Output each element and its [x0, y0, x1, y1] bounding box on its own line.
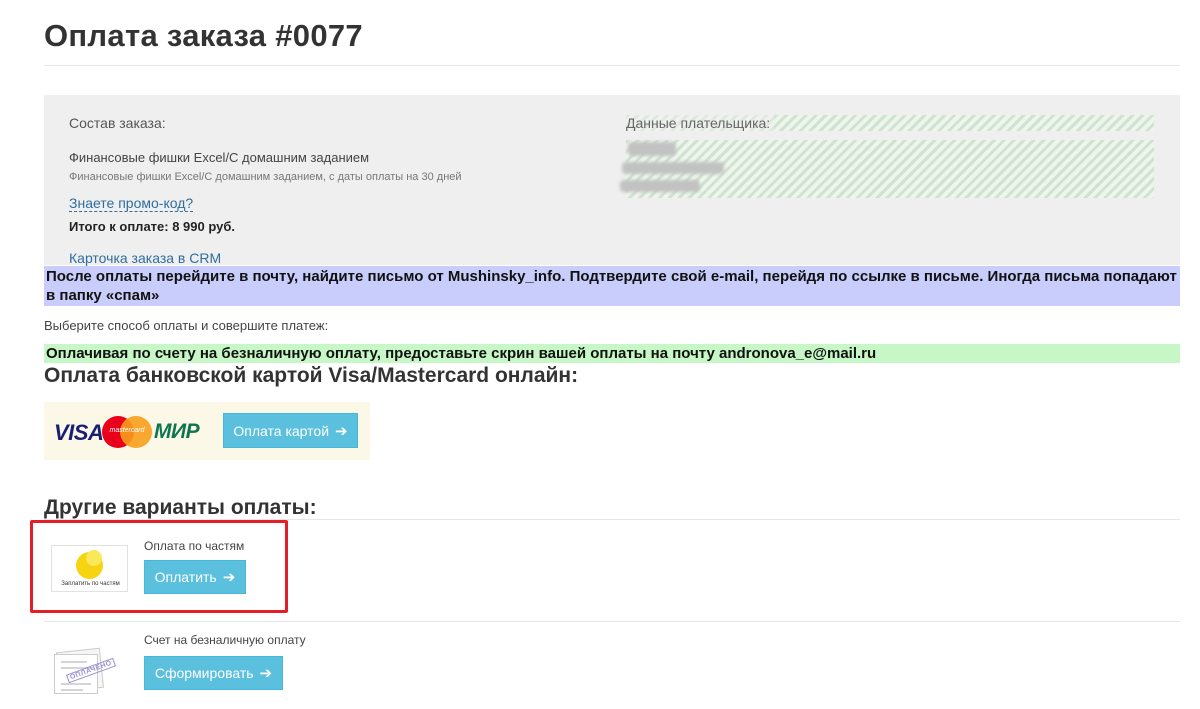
- arrow-right-icon: ➔: [259, 665, 273, 682]
- pay-by-card-button-label: Оплата картой: [233, 422, 330, 439]
- arrow-right-icon: ➔: [222, 569, 236, 586]
- mir-logo: МИР: [154, 420, 200, 443]
- invoice-document-icon: ОПЛАЧЕНО: [52, 647, 117, 694]
- redacted-field: [622, 162, 724, 174]
- payer-data-redacted: [620, 140, 1154, 198]
- mastercard-logo: mastercard: [102, 416, 152, 448]
- payment-brand-logos: VISA mastercard МИР: [54, 416, 206, 448]
- title-divider: [44, 65, 1180, 66]
- generate-invoice-button-label: Сформировать: [154, 665, 254, 681]
- payer-data-label: Данные плательщика:: [626, 115, 775, 131]
- pay-by-card-button[interactable]: Оплата картой ➔: [223, 413, 358, 448]
- visa-logo: VISA: [54, 420, 104, 445]
- order-composition: Состав заказа: Финансовые фишки Excel/С …: [69, 115, 609, 266]
- email-confirmation-notice: После оплаты перейдите в почту, найдите …: [44, 266, 1180, 306]
- invoice-screenshot-notice: Оплачивая по счету на безналичную оплату…: [44, 344, 1180, 363]
- order-item-subtitle: Финансовые фишки Excel/С домашним задани…: [69, 171, 462, 183]
- invoice-label: Счет на безналичную оплату: [144, 633, 306, 647]
- order-item-title: Финансовые фишки Excel/С домашним задани…: [69, 150, 370, 165]
- crm-card-link[interactable]: Карточка заказа в CRM: [69, 250, 609, 266]
- installments-logo-caption: Заплатить по частям: [61, 581, 120, 587]
- choose-payment-method-text: Выберите способ оплаты и совершите плате…: [44, 318, 329, 333]
- payer-data: Данные плательщика:: [620, 115, 1154, 199]
- installments-label: Оплата по частям: [144, 539, 245, 553]
- order-total: Итого к оплате: 8 990 руб.: [69, 219, 235, 234]
- section-divider: [44, 621, 1180, 622]
- installments-logo: Заплатить по частям: [51, 545, 128, 592]
- redacted-field: [620, 180, 700, 192]
- pay-installments-button[interactable]: Оплатить ➔: [144, 560, 246, 594]
- card-payment-panel: VISA mastercard МИР Оплата картой ➔: [44, 402, 370, 460]
- generate-invoice-button[interactable]: Сформировать ➔: [144, 656, 283, 690]
- order-summary-panel: Состав заказа: Финансовые фишки Excel/С …: [44, 95, 1180, 266]
- arrow-right-icon: ➔: [335, 422, 348, 440]
- promo-code-link[interactable]: Знаете промо-код?: [69, 196, 194, 212]
- page-title: Оплата заказа #0077: [44, 18, 363, 53]
- pay-installments-button-label: Оплатить: [154, 569, 217, 585]
- card-payment-heading: Оплата банковской картой Visa/Mastercard…: [44, 364, 579, 387]
- other-payment-heading: Другие варианты оплаты:: [44, 496, 317, 519]
- order-composition-label: Состав заказа:: [69, 115, 166, 131]
- redacted-field: [628, 142, 676, 156]
